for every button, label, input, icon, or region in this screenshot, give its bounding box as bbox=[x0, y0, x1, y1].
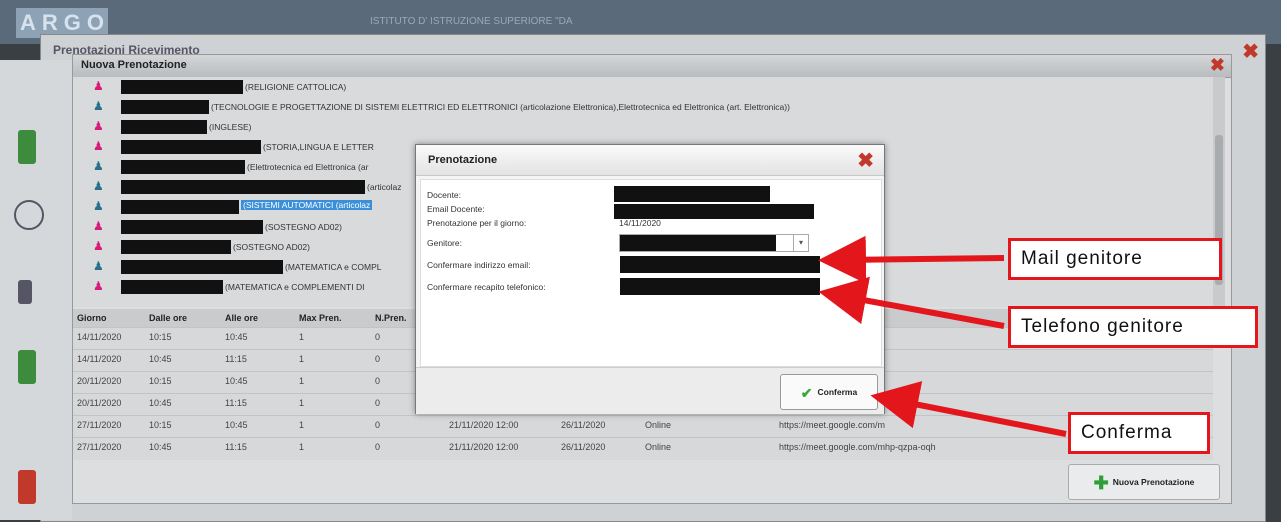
arrow-telefono bbox=[818, 276, 1005, 329]
arrow-conferma bbox=[870, 381, 1067, 437]
callout-telefono-genitore: Telefono genitore bbox=[1008, 306, 1258, 348]
arrow-mail bbox=[818, 235, 1005, 284]
callout-mail-genitore: Mail genitore bbox=[1008, 238, 1222, 280]
callout-conferma: Conferma bbox=[1068, 412, 1210, 454]
